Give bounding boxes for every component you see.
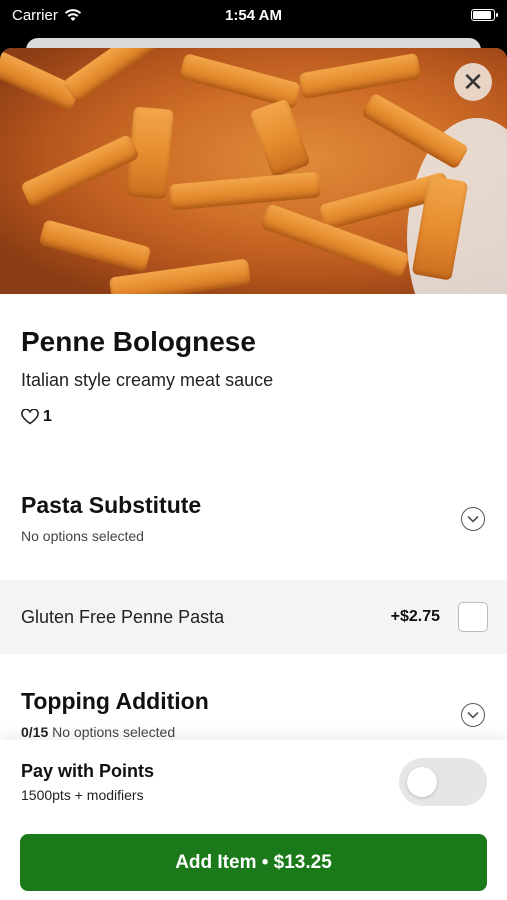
option-price: +$2.75 [390, 608, 440, 625]
pay-with-points-toggle[interactable] [399, 758, 487, 806]
close-icon: ✕ [462, 66, 484, 97]
footer-bar: Pay with Points 1500pts + modifiers Add … [0, 740, 507, 900]
option-label: Gluten Free Penne Pasta [21, 606, 225, 627]
pay-with-points-title: Pay with Points [21, 761, 155, 781]
status-bar: Carrier 1:54 AM [0, 0, 507, 30]
topping-count: 0/15 [21, 724, 49, 740]
section-title-pasta-substitute[interactable]: Pasta Substitute [21, 492, 201, 519]
carrier-label: Carrier [12, 6, 58, 24]
battery-icon [471, 9, 498, 21]
heart-icon [21, 409, 39, 425]
item-detail-sheet: ✕ Penne Bolognese Italian style creamy m… [0, 48, 507, 900]
food-photo: ✕ [0, 48, 507, 294]
item-title: Penne Bolognese [21, 326, 256, 357]
toggle-knob [407, 767, 437, 797]
option-checkbox[interactable] [458, 602, 488, 632]
section-title-topping-addition[interactable]: Topping Addition [21, 688, 209, 715]
section-status-pasta-substitute: No options selected [21, 528, 144, 544]
option-row-gluten-free[interactable]: Gluten Free Penne Pasta +$2.75 [0, 580, 507, 654]
pay-with-points-subtitle: 1500pts + modifiers [21, 787, 144, 803]
wifi-icon [64, 9, 81, 21]
chevron-down-icon[interactable] [461, 703, 485, 727]
chevron-down-icon[interactable] [461, 507, 485, 531]
like-button[interactable]: 1 [21, 408, 52, 426]
like-count: 1 [43, 408, 52, 425]
topping-status: No options selected [52, 724, 176, 740]
item-description: Italian style creamy meat sauce [21, 370, 274, 390]
close-button[interactable]: ✕ [454, 63, 492, 101]
status-left: Carrier [12, 7, 82, 24]
section-status-topping-addition: 0/15 No options selected [21, 724, 175, 740]
add-item-button[interactable]: Add Item • $13.25 [20, 834, 487, 891]
